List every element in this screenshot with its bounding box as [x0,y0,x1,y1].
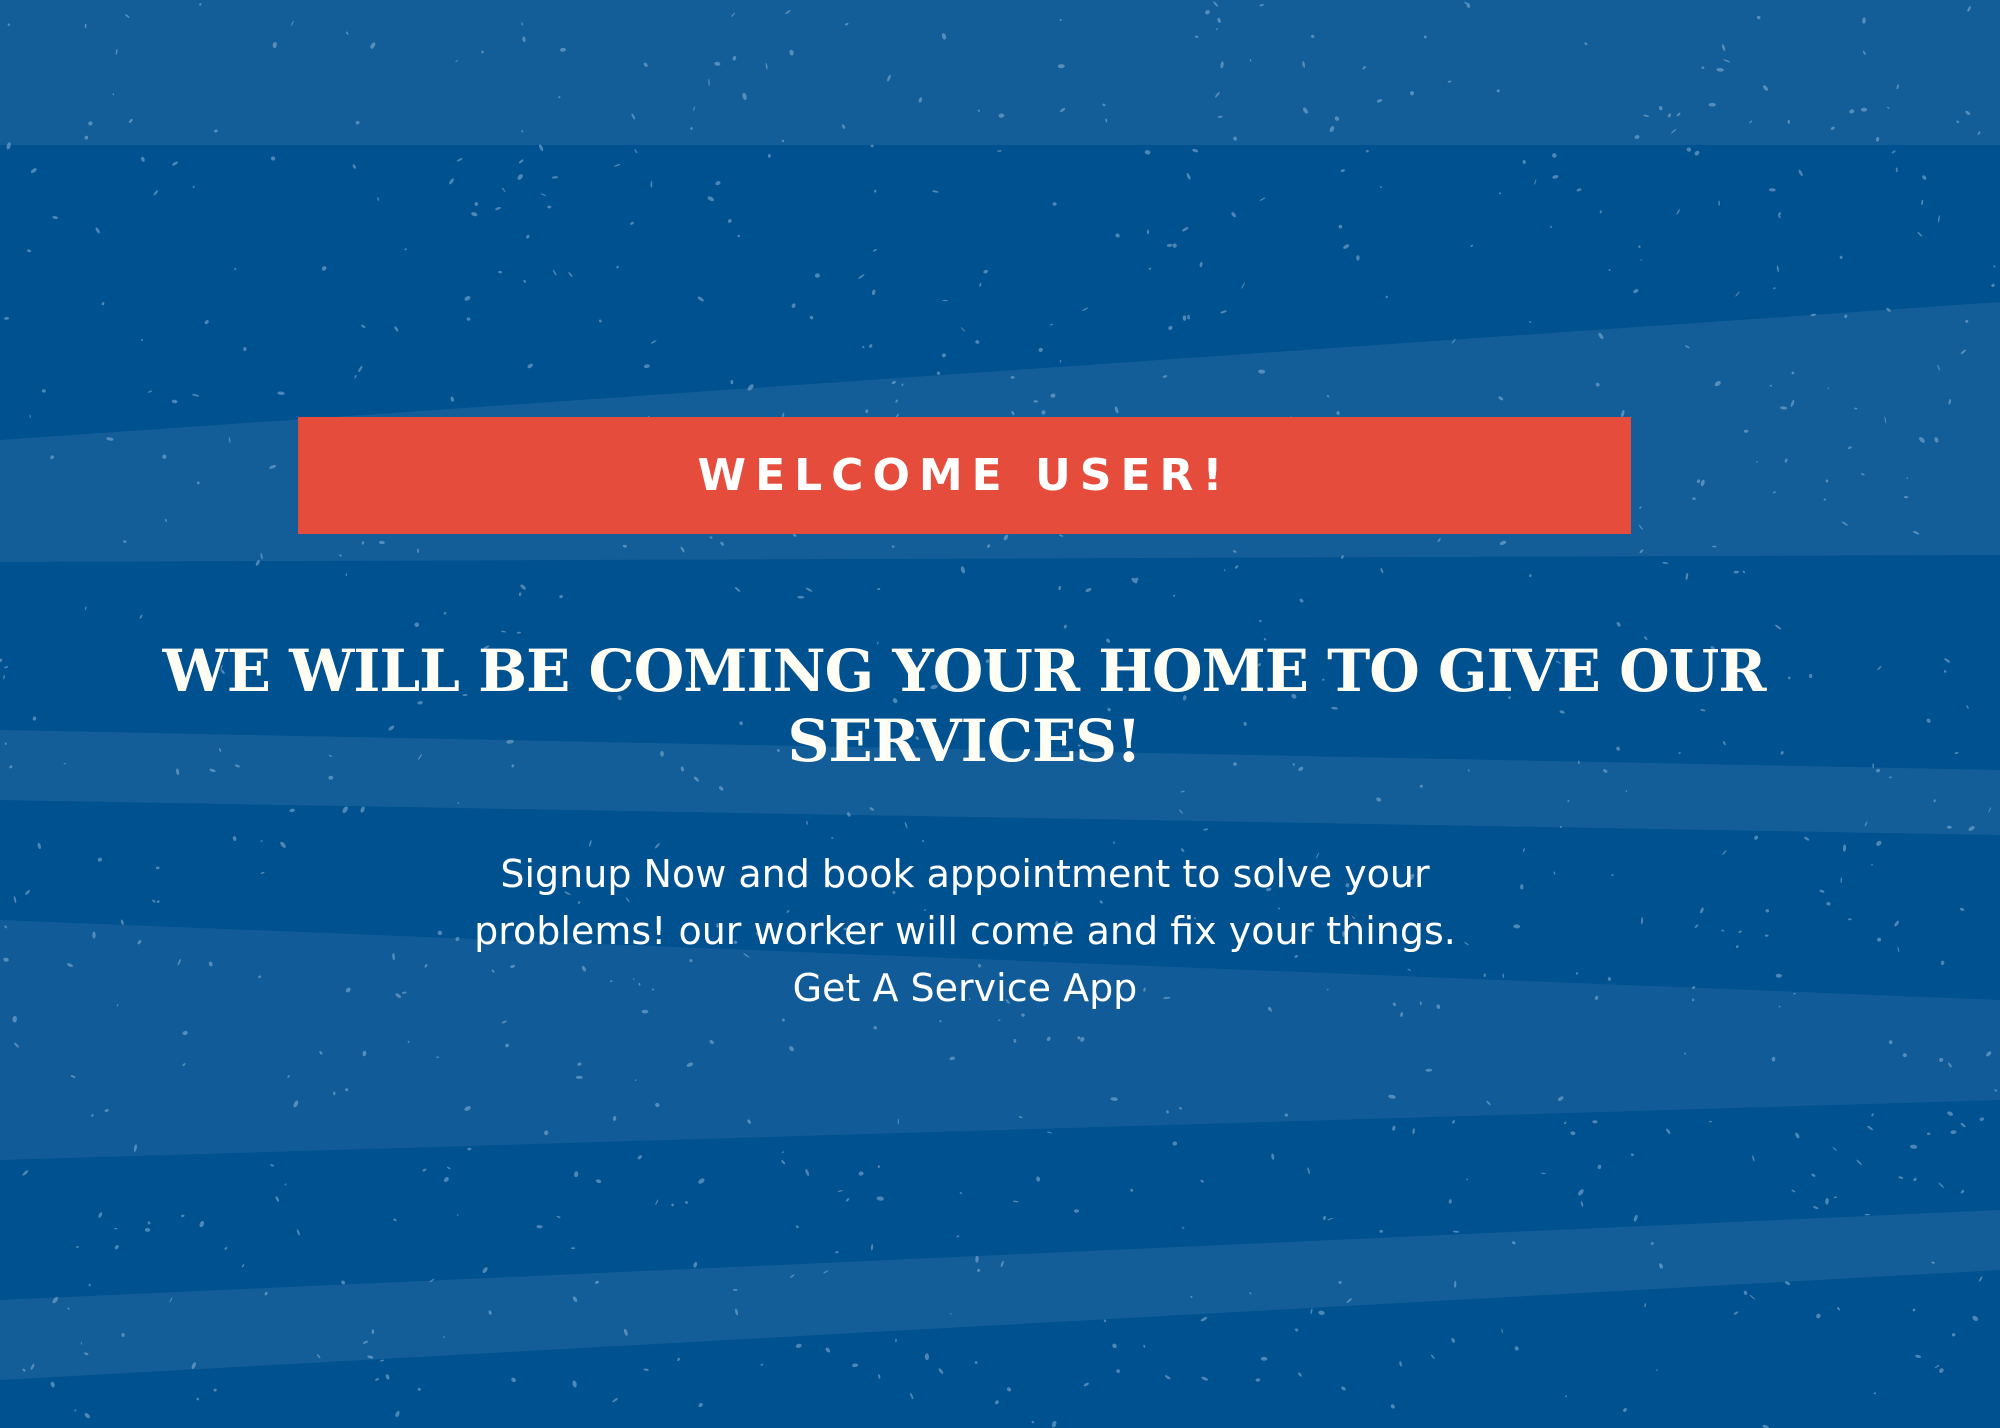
bg-speckle [1379,1230,1384,1233]
bg-speckle [650,180,653,188]
headline-line-1: WE WILL BE COMING YOUR HOME TO GIVE OUR [162,637,1767,705]
description-line-1: Signup Now and book appointment to solve… [500,852,1430,896]
description-line-3: Get A Service App [792,966,1138,1010]
welcome-banner: WELCOME USER! [298,417,1631,534]
headline-line-2: SERVICES! [787,707,1141,775]
description-line-2: problems! our worker will come and fix y… [474,909,1456,953]
page-headline: WE WILL BE COMING YOUR HOME TO GIVE OUR … [100,636,1828,776]
welcome-label: WELCOME USER! [697,450,1232,501]
description-text: Signup Now and book appointment to solve… [380,846,1550,1017]
bg-stripe [0,0,2000,145]
bg-speckle [1708,102,1716,107]
bg-speckle [733,1288,738,1291]
